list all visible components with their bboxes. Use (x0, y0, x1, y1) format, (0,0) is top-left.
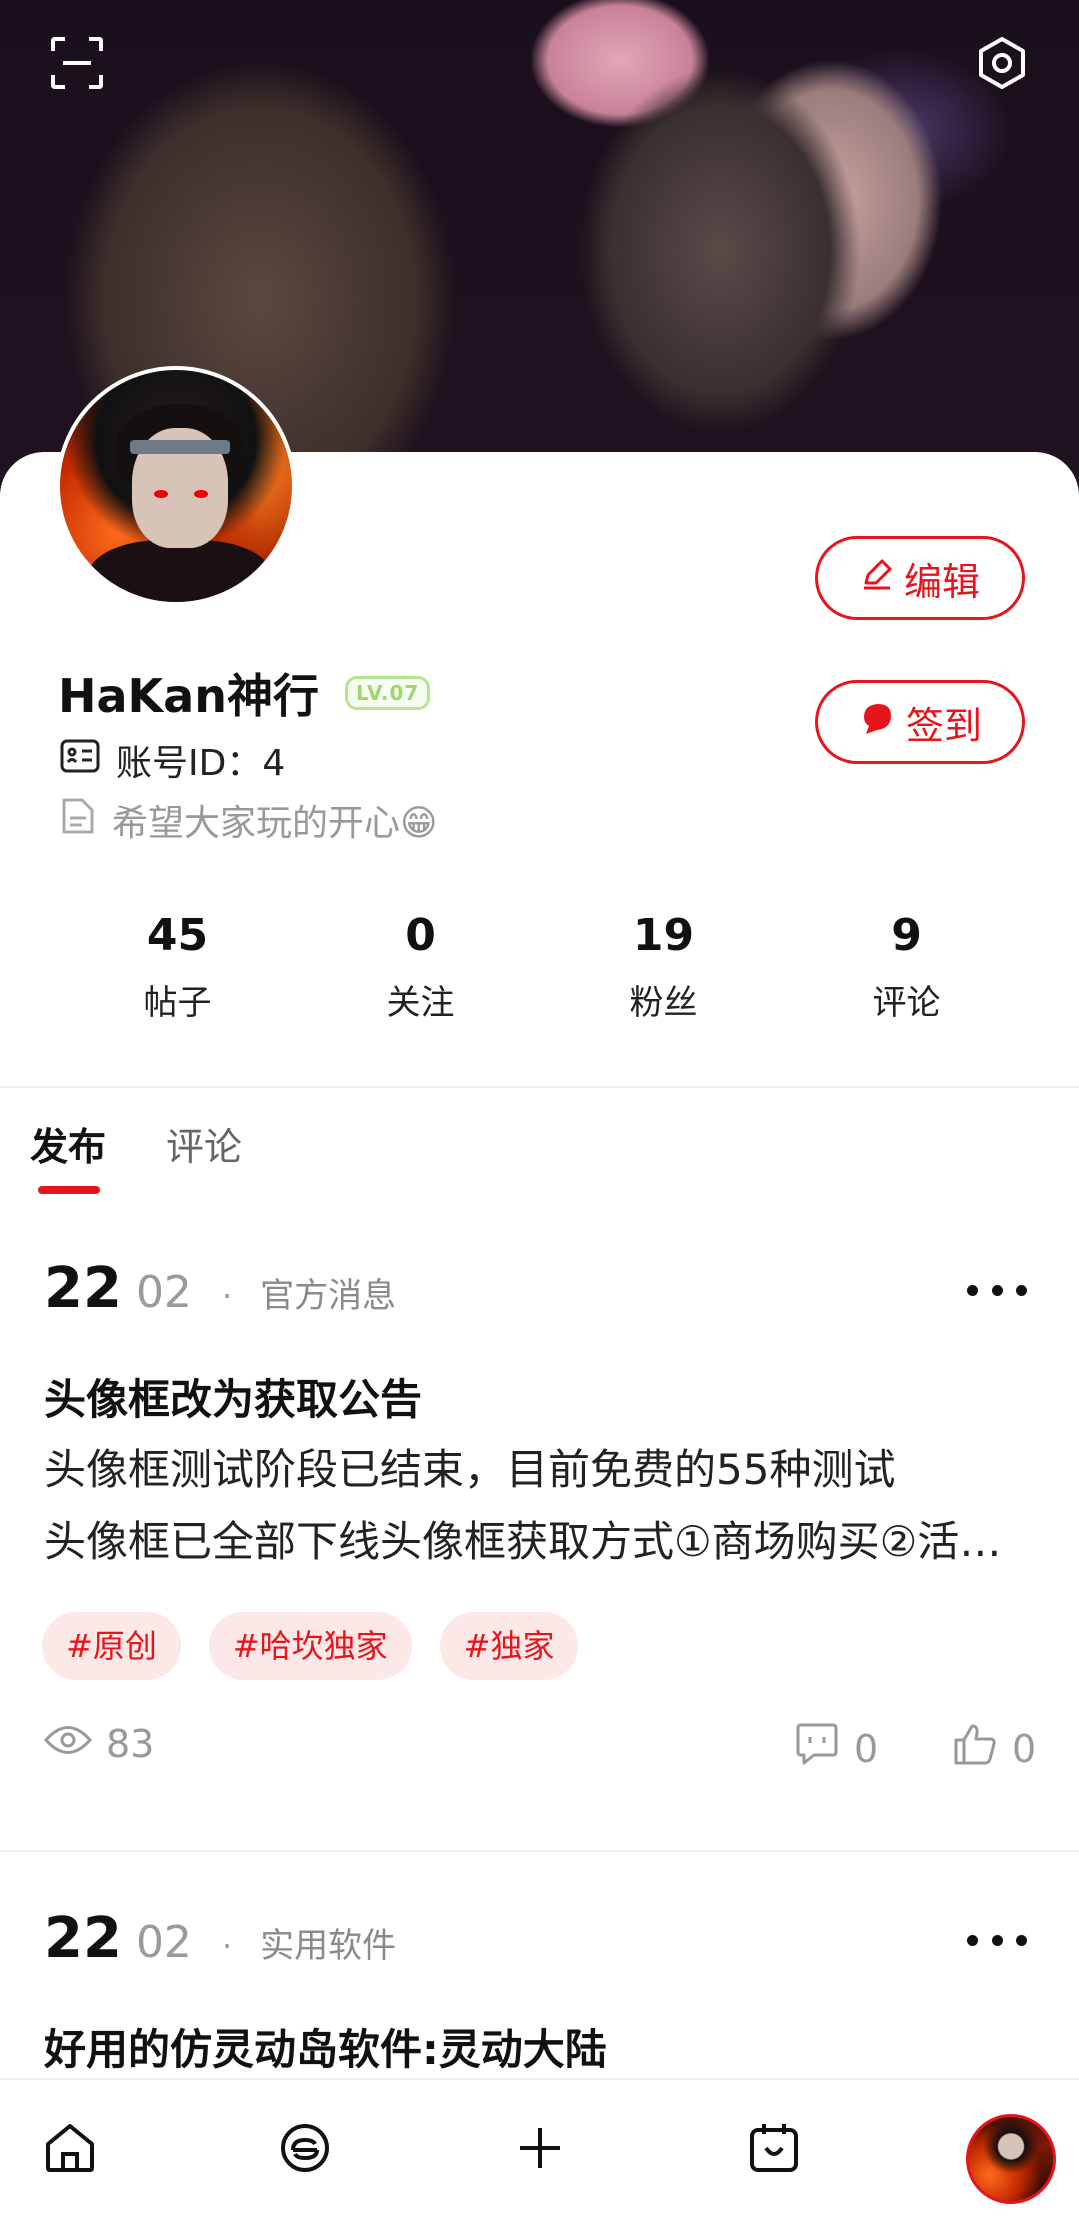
more-dots-icon[interactable] (967, 1280, 1027, 1300)
comments-count: 0 (854, 1726, 879, 1771)
post-body[interactable]: 头像框测试阶段已结束，目前免费的55种测试 头像框已全部下线头像框获取方式①商场… (44, 1434, 1034, 1578)
post-month: 02 (135, 1267, 192, 1318)
post-body-line: 头像框已全部下线头像框获取方式①商场购买②活动获得 (44, 1517, 1014, 1566)
views-count: 83 (106, 1722, 155, 1766)
separator-dot: · (221, 1277, 233, 1315)
scan-icon[interactable] (44, 30, 110, 96)
more-dots-icon[interactable] (967, 1930, 1027, 1950)
post-date: 22 02 · 实用软件 (44, 1906, 396, 1971)
add-icon[interactable] (508, 2116, 572, 2180)
edit-label: 编辑 (903, 559, 980, 604)
checkin-label: 签到 (905, 703, 982, 748)
comment-icon (794, 1722, 840, 1775)
stat-label: 评论 (872, 983, 941, 1023)
post-comments[interactable]: 0 (794, 1722, 878, 1775)
eye-icon (44, 1722, 92, 1766)
post-date: 22 02 · 官方消息 (44, 1256, 396, 1321)
id-card-icon (60, 738, 100, 783)
likes-count: 0 (1012, 1726, 1037, 1771)
post-tags: #原创 #哈坎独家 #独家 (42, 1612, 579, 1680)
stat-label: 帖子 (143, 983, 212, 1023)
stat-value: 45 (146, 910, 209, 961)
post-likes[interactable]: 0 (952, 1722, 1036, 1775)
separator-dot: · (221, 1927, 233, 1965)
avatar[interactable] (966, 2114, 1056, 2204)
stat-comments[interactable]: 9 评论 (785, 910, 1028, 1024)
stat-following[interactable]: 0 关注 (299, 910, 542, 1024)
level-badge: LV.07 (344, 676, 431, 710)
tab-publish[interactable]: 发布 (30, 1116, 106, 1171)
stat-value: 9 (891, 910, 922, 961)
bottom-nav (0, 2078, 1079, 2217)
post-body-line: 头像框测试阶段已结束，目前免费的55种测试 (44, 1445, 896, 1494)
avatar[interactable] (56, 366, 296, 606)
post-views: 83 (44, 1722, 154, 1766)
checkin-blob-icon (858, 699, 896, 746)
stat-posts[interactable]: 45 帖子 (56, 910, 299, 1024)
pencil-icon (860, 556, 894, 600)
stat-label: 关注 (386, 983, 455, 1023)
tab-comments[interactable]: 评论 (166, 1116, 242, 1171)
discover-icon[interactable] (273, 2116, 337, 2180)
edit-profile-button[interactable]: 编辑 (815, 536, 1025, 620)
profile-stats: 45 帖子 0 关注 19 粉丝 9 评论 (0, 910, 1079, 1024)
thumbs-up-icon (952, 1722, 998, 1775)
username-row: HaKan神行 LV.07 (58, 660, 431, 726)
post-month: 02 (135, 1917, 192, 1968)
post-day: 22 (44, 1906, 122, 1971)
divider (0, 1850, 1079, 1852)
username: HaKan神行 (58, 669, 319, 723)
post-day: 22 (44, 1256, 122, 1321)
stat-value: 19 (632, 910, 695, 961)
tag-chip[interactable]: #原创 (42, 1612, 181, 1680)
bio-text: 希望大家玩的开心😁 (112, 803, 438, 844)
document-icon (60, 796, 96, 845)
post-category[interactable]: 实用软件 (260, 1918, 396, 1967)
post-title[interactable]: 头像框改为获取公告 (44, 1366, 422, 1427)
tag-chip[interactable]: #独家 (439, 1612, 579, 1680)
stat-label: 粉丝 (629, 983, 698, 1023)
account-id: 账号ID：4 (116, 743, 286, 784)
bio-row: 希望大家玩的开心😁 (60, 794, 438, 846)
calendar-icon[interactable] (742, 2116, 806, 2180)
tab-indicator (38, 1186, 100, 1194)
home-icon[interactable] (38, 2116, 102, 2180)
stat-value: 0 (405, 910, 436, 961)
checkin-button[interactable]: 签到 (815, 680, 1025, 764)
account-id-row: 账号ID：4 (60, 734, 285, 786)
tag-chip[interactable]: #哈坎独家 (208, 1612, 412, 1680)
divider (0, 1086, 1079, 1088)
stat-fans[interactable]: 19 粉丝 (542, 910, 785, 1024)
post-category[interactable]: 官方消息 (260, 1268, 396, 1317)
settings-hexagon-icon[interactable] (969, 30, 1035, 96)
post-title[interactable]: 好用的仿灵动岛软件:灵动大陆 (44, 2016, 607, 2077)
